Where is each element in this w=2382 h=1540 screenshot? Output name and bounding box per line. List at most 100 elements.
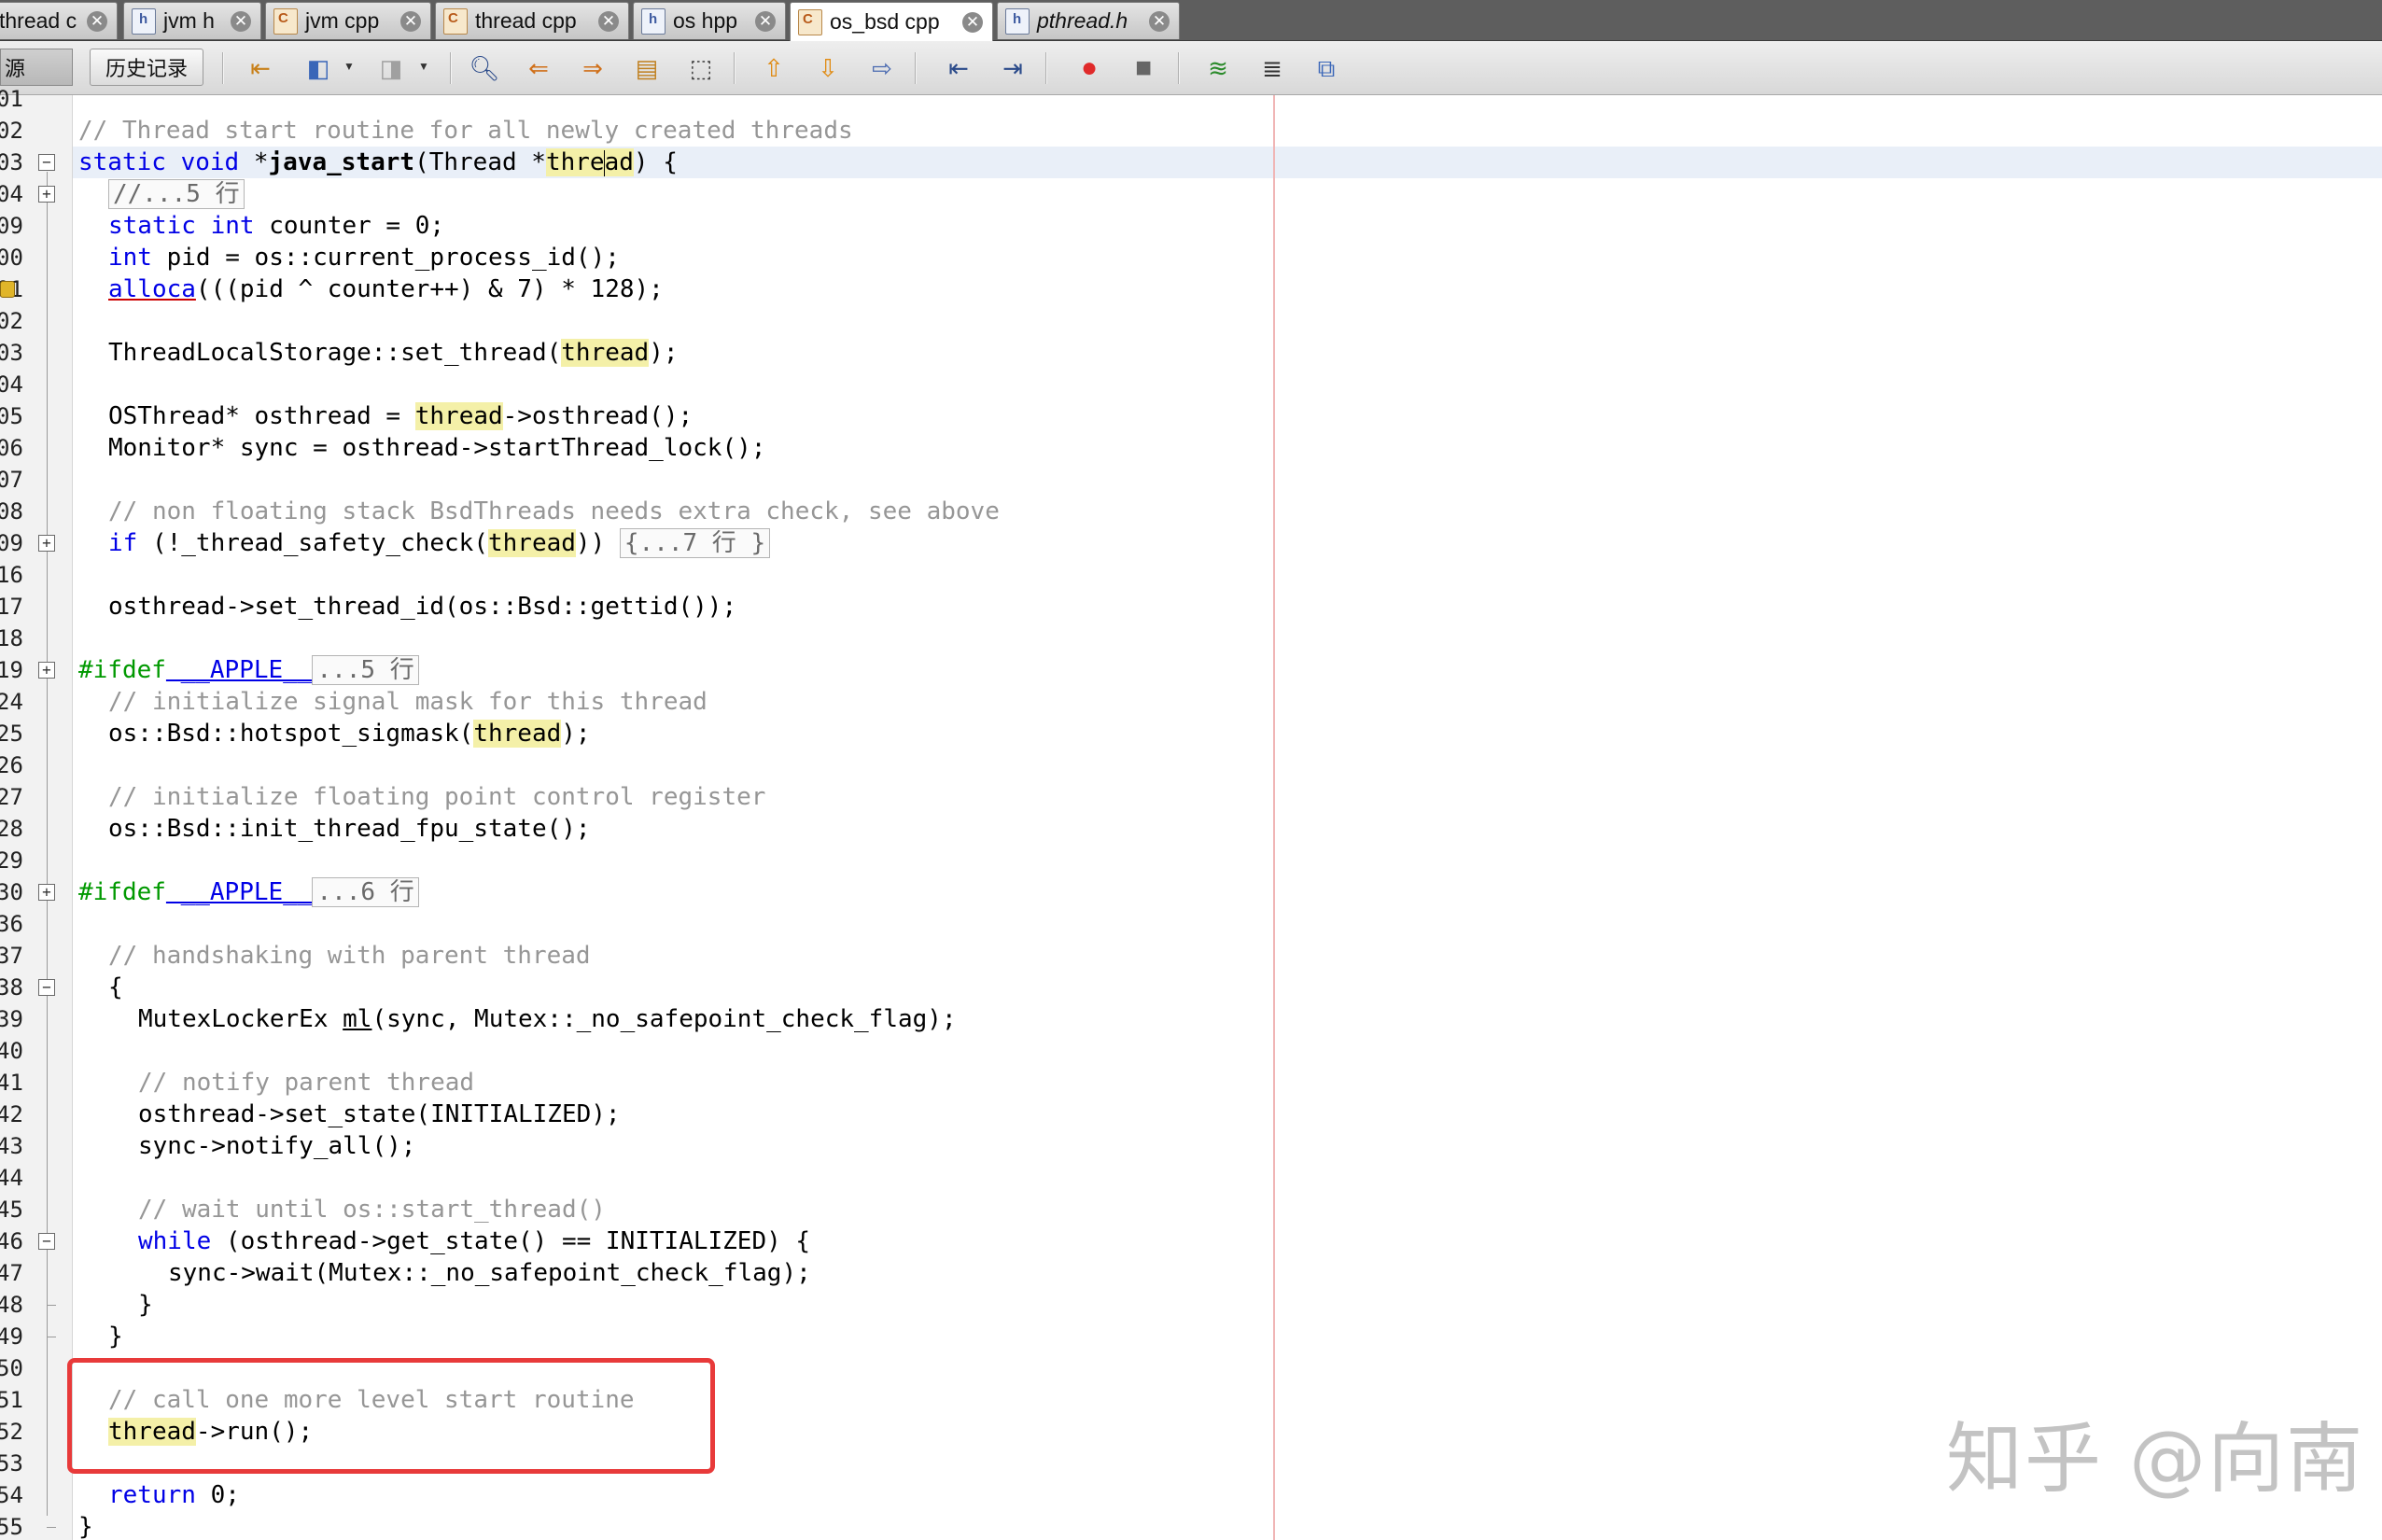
code-line: os::Bsd::init_thread_fpu_state(); [108, 815, 591, 843]
keyword: return [108, 1481, 196, 1509]
history-button[interactable]: 历史记录 [90, 49, 203, 86]
line-number: 48 [0, 1292, 23, 1318]
tab-label: os hpp [673, 8, 738, 33]
tab-os-hpp[interactable]: os hpp ✕ [633, 2, 786, 39]
line-number: 00 [0, 245, 23, 271]
close-icon[interactable]: ✕ [400, 10, 421, 32]
tab-thread-c[interactable]: thread c ✕ [0, 2, 118, 39]
toolbar-separator [734, 52, 736, 84]
line-number: 04 [0, 371, 23, 398]
keyword: void [180, 148, 240, 176]
tab-label: jvm h [163, 8, 215, 33]
back-icon[interactable]: ◧ [302, 52, 334, 84]
fold-expand-icon[interactable]: + [38, 884, 55, 901]
line-number: 45 [0, 1197, 23, 1223]
close-icon[interactable]: ✕ [87, 10, 107, 32]
code-line: sync->wait(Mutex::_no_safepoint_check_fl… [168, 1259, 811, 1287]
keyword: static [108, 212, 196, 240]
toolbar-separator [450, 52, 452, 84]
tab-jvm-h[interactable]: jvm h ✕ [123, 2, 261, 39]
comment-icon[interactable]: ≋ [1202, 52, 1234, 84]
toggle-rect-selection-icon[interactable]: ⬚ [685, 52, 717, 84]
line-number: 17 [0, 594, 23, 620]
preprocessor-directive: #ifdef [78, 878, 166, 906]
code-comment: // notify parent thread [138, 1069, 475, 1097]
code-comment: // initialize floating point control reg… [108, 783, 766, 811]
last-edit-icon[interactable]: ⇤ [245, 52, 276, 84]
tab-jvm-cpp[interactable]: jvm cpp ✕ [265, 2, 431, 39]
uncomment-icon[interactable]: ≣ [1256, 52, 1288, 84]
macro-name: __APPLE__ [165, 656, 313, 684]
folded-block[interactable]: {...7 行 } [619, 528, 771, 558]
close-icon[interactable]: ✕ [231, 10, 251, 32]
code-line: } [78, 1513, 93, 1540]
code-line: static int counter = 0; [108, 210, 444, 242]
stop-macro-recording-icon[interactable]: ■ [1128, 52, 1159, 84]
tab-label: pthread.h [1037, 8, 1128, 33]
fold-expand-icon[interactable]: + [38, 186, 55, 203]
line-number: 09 [0, 530, 23, 556]
toggle-bookmark-icon[interactable]: ⇨ [866, 52, 898, 84]
fold-expand-icon[interactable]: + [38, 662, 55, 679]
close-icon[interactable]: ✕ [598, 10, 619, 32]
code-token: ) { [633, 148, 678, 176]
fold-expand-icon[interactable]: + [38, 535, 55, 552]
code-token: (((pid ^ counter++) & 7) * 128); [195, 275, 664, 303]
line-number: 25 [0, 721, 23, 747]
function-call: alloca [108, 275, 196, 303]
shift-left-icon[interactable]: ⇤ [943, 52, 974, 84]
keyword: if [108, 529, 138, 557]
keyword: int [108, 244, 152, 272]
code-line: MutexLockerEx ml(sync, Mutex::_no_safepo… [138, 1003, 957, 1035]
find-next-icon[interactable]: ⇒ [577, 52, 609, 84]
close-icon[interactable]: ✕ [1149, 10, 1170, 32]
code-comment: // handshaking with parent thread [108, 942, 591, 970]
line-number: 39 [0, 1006, 23, 1032]
line-number: 40 [0, 1038, 23, 1064]
line-number: 03 [0, 149, 23, 175]
close-icon[interactable]: ✕ [962, 11, 983, 33]
back-dropdown-icon[interactable]: ▼ [343, 60, 355, 73]
tab-os-bsd-cpp[interactable]: os_bsd cpp ✕ [790, 2, 993, 41]
folded-block[interactable]: ...5 行 [312, 655, 419, 685]
right-margin-guide [1273, 95, 1275, 1540]
find-icon[interactable]: 🔍︎ [469, 52, 500, 84]
keyword: while [138, 1227, 212, 1255]
find-previous-icon[interactable]: ⇐ [523, 52, 554, 84]
line-number: 51 [0, 1387, 23, 1413]
close-icon[interactable]: ✕ [755, 10, 776, 32]
shift-right-icon[interactable]: ⇥ [997, 52, 1029, 84]
fold-collapse-icon[interactable]: − [38, 979, 55, 996]
header-file-icon [641, 7, 666, 35]
next-bookmark-icon[interactable]: ⇩ [812, 52, 844, 84]
code-token: MutexLockerEx [138, 1005, 343, 1033]
variable-name: ml [343, 1005, 372, 1033]
run-macro-icon[interactable]: ⧉ [1310, 52, 1342, 84]
forward-icon[interactable]: ◨ [375, 52, 407, 84]
folded-block[interactable]: //...5 行 [108, 179, 245, 209]
folded-block[interactable]: ...6 行 [312, 877, 419, 907]
keyword: static [78, 148, 166, 176]
line-number: 28 [0, 816, 23, 842]
start-macro-recording-icon[interactable]: ● [1073, 52, 1105, 84]
previous-bookmark-icon[interactable]: ⇧ [758, 52, 790, 84]
toolbar-separator [1045, 52, 1047, 84]
macro-name: __APPLE__ [165, 878, 313, 906]
code-editor[interactable]: 01 02 03 04 09 00 01 02 03 04 05 06 07 0… [0, 86, 2382, 1540]
fold-collapse-icon[interactable]: − [38, 1233, 55, 1250]
line-number: 29 [0, 847, 23, 874]
code-token: 0; [195, 1481, 240, 1509]
forward-dropdown-icon[interactable]: ▼ [418, 60, 429, 73]
line-number: 02 [0, 118, 23, 144]
line-number: 37 [0, 943, 23, 969]
line-number: 54 [0, 1482, 23, 1508]
toggle-highlight-icon[interactable]: ▤ [631, 52, 663, 84]
tab-pthread-h[interactable]: pthread.h ✕ [997, 2, 1180, 39]
code-line: osthread->set_state(INITIALIZED); [138, 1100, 621, 1128]
fold-collapse-icon[interactable]: − [38, 154, 55, 171]
source-view-button[interactable]: 源 [0, 49, 73, 86]
code-line: osthread->set_thread_id(os::Bsd::gettid(… [108, 593, 737, 621]
editor-toolbar: 源 历史记录 ⇤ ◧ ▼ ◨ ▼ 🔍︎ ⇐ ⇒ ▤ ⬚ ⇧ ⇩ ⇨ ⇤ ⇥ ● … [0, 41, 2382, 95]
code-line: { [108, 973, 123, 1001]
tab-thread-cpp[interactable]: thread cpp ✕ [435, 2, 629, 39]
